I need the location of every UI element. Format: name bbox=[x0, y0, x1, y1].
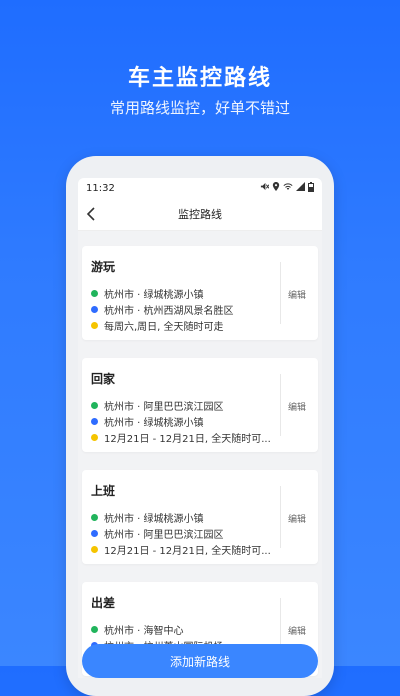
schedule-text: 每周六,周日, 全天随时可走 bbox=[104, 322, 224, 333]
origin-text: 杭州市 · 绿城桃源小镇 bbox=[104, 290, 204, 301]
schedule-row: 每周六,周日, 全天随时可走 bbox=[91, 318, 271, 333]
edit-button[interactable]: 编辑 bbox=[288, 512, 306, 525]
mute-icon bbox=[260, 182, 270, 194]
page-title: 监控路线 bbox=[178, 208, 222, 221]
destination-row: 杭州市 · 杭州西湖风景名胜区 bbox=[91, 302, 271, 317]
schedule-dot-icon bbox=[91, 322, 98, 329]
card-divider bbox=[280, 486, 281, 548]
nav-bar: 监控路线 bbox=[78, 198, 322, 231]
route-card[interactable]: 上班 杭州市 · 绿城桃源小镇 杭州市 · 阿里巴巴滨江园区 12月21日 - … bbox=[82, 470, 318, 564]
origin-text: 杭州市 · 海智中心 bbox=[104, 626, 184, 637]
route-name: 游玩 bbox=[91, 260, 116, 274]
promo-headline: 车主监控路线 bbox=[127, 66, 272, 91]
add-route-button[interactable]: 添加新路线 bbox=[82, 644, 318, 678]
destination-dot-icon bbox=[91, 418, 98, 425]
wifi-icon bbox=[283, 182, 293, 194]
route-name: 回家 bbox=[91, 372, 116, 386]
schedule-dot-icon bbox=[91, 434, 98, 441]
edit-button[interactable]: 编辑 bbox=[288, 624, 306, 637]
origin-row: 杭州市 · 阿里巴巴滨江园区 bbox=[91, 398, 271, 413]
destination-dot-icon bbox=[91, 306, 98, 313]
edit-button[interactable]: 编辑 bbox=[288, 288, 306, 301]
destination-row: 杭州市 · 阿里巴巴滨江园区 bbox=[91, 526, 271, 541]
schedule-row: 12月21日 - 12月21日, 全天随时可... bbox=[91, 542, 271, 557]
signal-icon bbox=[296, 182, 305, 194]
battery-icon bbox=[308, 181, 314, 195]
route-card[interactable]: 游玩 杭州市 · 绿城桃源小镇 杭州市 · 杭州西湖风景名胜区 每周六,周日, … bbox=[82, 246, 318, 340]
route-name: 出差 bbox=[91, 596, 116, 610]
origin-dot-icon bbox=[91, 514, 98, 521]
destination-text: 杭州市 · 绿城桃源小镇 bbox=[104, 418, 204, 429]
origin-dot-icon bbox=[91, 402, 98, 409]
edit-button[interactable]: 编辑 bbox=[288, 400, 306, 413]
destination-text: 杭州市 · 杭州西湖风景名胜区 bbox=[104, 306, 234, 317]
back-icon[interactable] bbox=[82, 204, 102, 224]
route-card[interactable]: 回家 杭州市 · 阿里巴巴滨江园区 杭州市 · 绿城桃源小镇 12月21日 - … bbox=[82, 358, 318, 452]
origin-row: 杭州市 · 绿城桃源小镇 bbox=[91, 510, 271, 525]
status-bar: 11:32 bbox=[78, 178, 322, 198]
status-time: 11:32 bbox=[86, 182, 115, 194]
card-divider bbox=[280, 374, 281, 436]
destination-row: 杭州市 · 绿城桃源小镇 bbox=[91, 414, 271, 429]
schedule-dot-icon bbox=[91, 546, 98, 553]
origin-dot-icon bbox=[91, 290, 98, 297]
origin-row: 杭州市 · 海智中心 bbox=[91, 622, 271, 637]
destination-text: 杭州市 · 阿里巴巴滨江园区 bbox=[104, 530, 224, 541]
status-icons bbox=[260, 181, 314, 195]
promo-subline: 常用路线监控，好单不错过 bbox=[109, 99, 290, 117]
card-divider bbox=[280, 262, 281, 324]
origin-text: 杭州市 · 阿里巴巴滨江园区 bbox=[104, 402, 224, 413]
origin-text: 杭州市 · 绿城桃源小镇 bbox=[104, 514, 204, 525]
origin-dot-icon bbox=[91, 626, 98, 633]
phone-screen: 11:32 监控路线 游玩 杭州市 · 绿城桃源小镇 杭州市 · 杭州西湖风景名… bbox=[78, 178, 322, 678]
schedule-text: 12月21日 - 12月21日, 全天随时可... bbox=[104, 546, 271, 557]
destination-dot-icon bbox=[91, 530, 98, 537]
schedule-text: 12月21日 - 12月21日, 全天随时可... bbox=[104, 434, 271, 445]
location-icon bbox=[272, 182, 280, 194]
origin-row: 杭州市 · 绿城桃源小镇 bbox=[91, 286, 271, 301]
schedule-row: 12月21日 - 12月21日, 全天随时可... bbox=[91, 430, 271, 445]
route-name: 上班 bbox=[91, 484, 116, 498]
